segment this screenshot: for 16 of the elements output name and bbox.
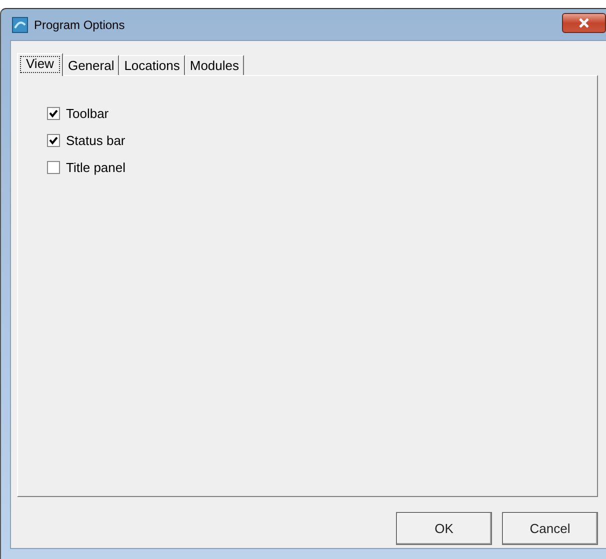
app-icon xyxy=(12,16,28,32)
tab[interactable]: General xyxy=(62,55,120,75)
close-icon xyxy=(578,18,590,28)
checkbox[interactable] xyxy=(47,107,60,120)
checkbox-label: Status bar xyxy=(66,133,126,148)
window-title: Program Options xyxy=(34,18,126,32)
tab[interactable]: Locations xyxy=(119,55,185,75)
cancel-button[interactable]: Cancel xyxy=(502,512,598,545)
checkbox-label: Toolbar xyxy=(66,106,109,121)
ok-button[interactable]: OK xyxy=(396,512,492,545)
tab[interactable]: View xyxy=(17,53,63,76)
checkbox[interactable] xyxy=(47,134,60,147)
checkbox-label: Title panel xyxy=(66,160,126,175)
tab[interactable]: Modules xyxy=(184,55,244,75)
close-button[interactable] xyxy=(562,12,606,32)
checkbox[interactable] xyxy=(47,161,60,174)
